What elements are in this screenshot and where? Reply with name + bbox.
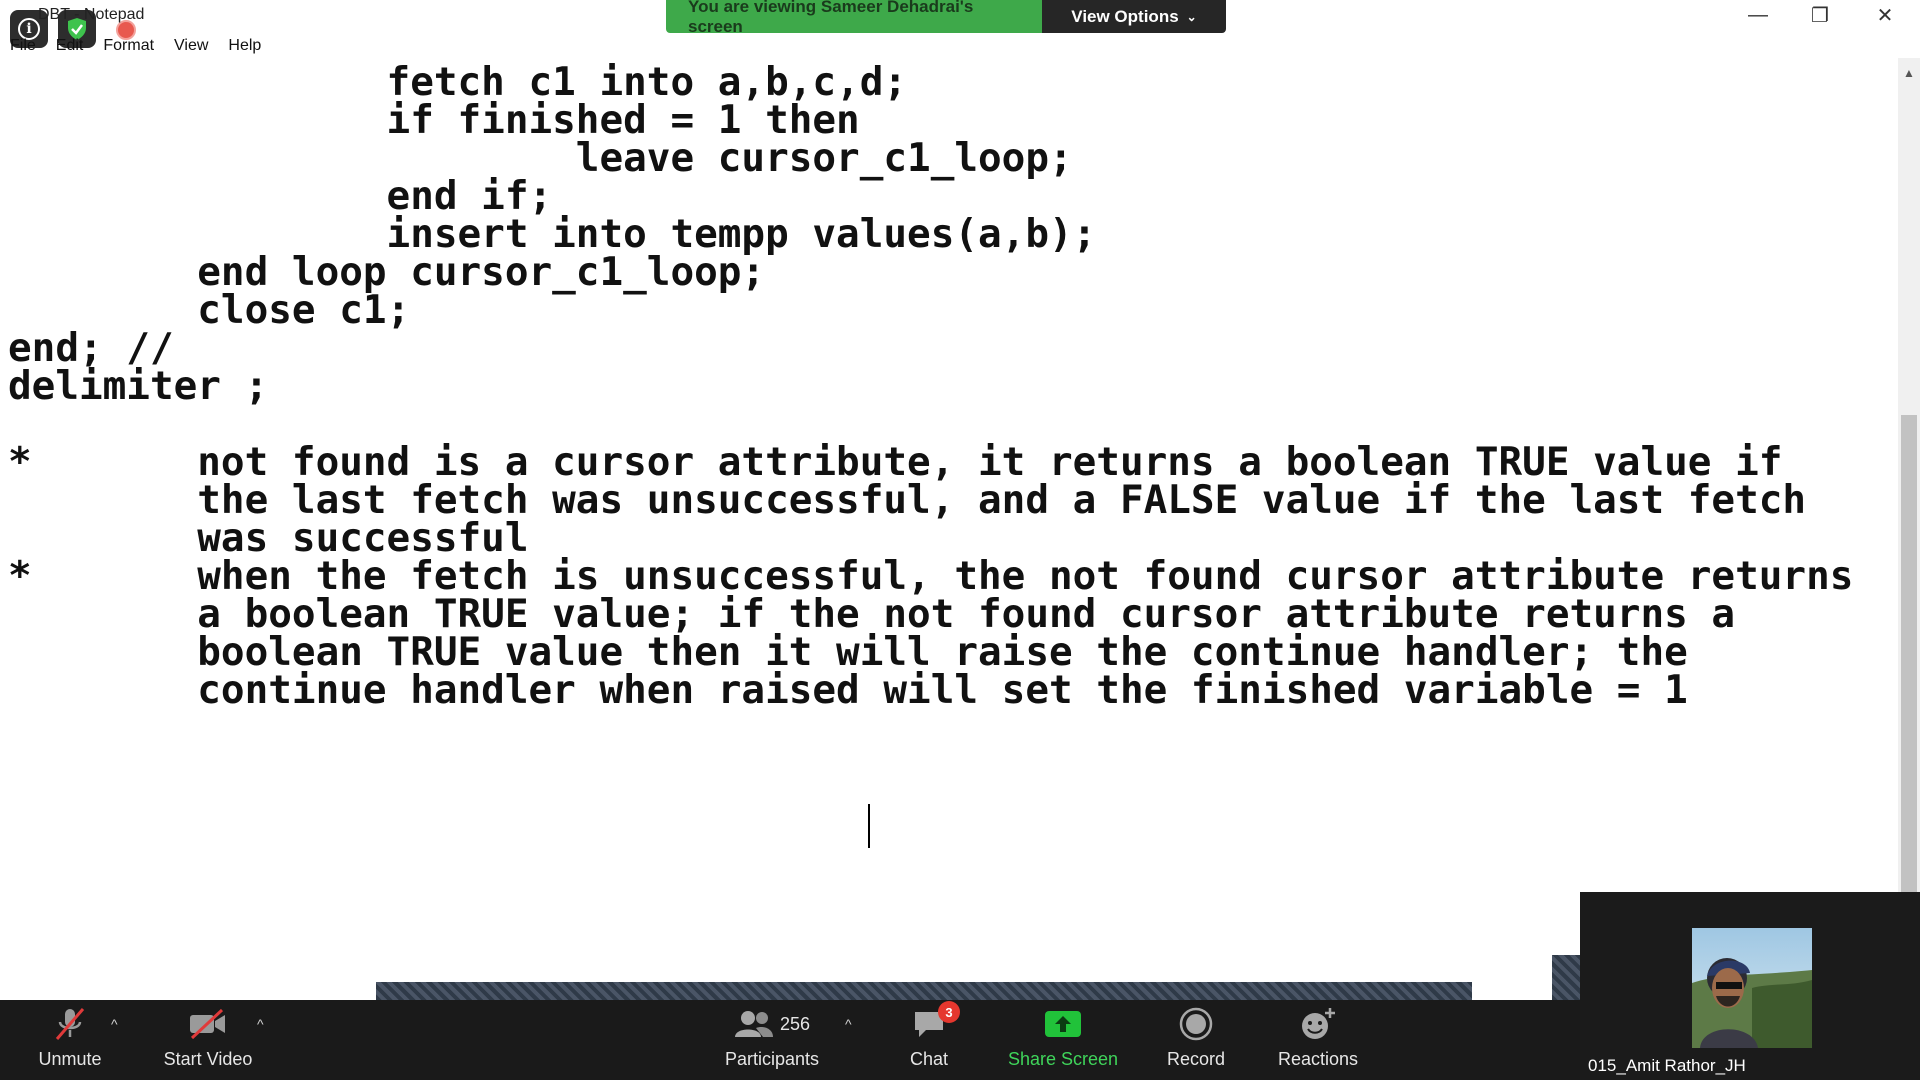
text-editor[interactable]: fetch c1 into a,b,c,d; if finished = 1 t… <box>0 58 1898 998</box>
microphone-muted-icon <box>53 1005 87 1043</box>
start-video-button[interactable]: Start Video <box>152 1000 264 1080</box>
window-title: DBT - Notepad <box>38 6 145 23</box>
chat-button[interactable]: 3 Chat <box>889 1000 969 1080</box>
chat-label: Chat <box>909 1049 949 1069</box>
share-border-stripe <box>376 982 1472 1000</box>
share-screen-icon <box>1044 1005 1082 1043</box>
record-icon <box>1179 1005 1213 1043</box>
participants-label: Participants <box>724 1049 820 1069</box>
screen-share-banner: You are viewing Sameer Dehadrai's screen… <box>666 0 1226 33</box>
participant-video-feed <box>1692 928 1812 1048</box>
reactions-icon <box>1299 1005 1337 1043</box>
chevron-down-icon: ⌄ <box>1186 9 1197 24</box>
video-off-icon <box>188 1005 228 1043</box>
menu-view[interactable]: View <box>174 37 208 55</box>
close-button[interactable]: ✕ <box>1855 0 1915 30</box>
participants-icon <box>734 1011 773 1037</box>
chat-unread-badge: 3 <box>938 1001 960 1023</box>
scroll-up-arrow-icon[interactable]: ▲ <box>1898 60 1920 86</box>
reactions-button[interactable]: Reactions <box>1264 1000 1372 1080</box>
share-border-stripe <box>1552 955 1580 1000</box>
unmute-button[interactable]: Unmute <box>20 1000 120 1080</box>
video-options-caret-icon[interactable]: ^ <box>257 1016 264 1032</box>
chat-icon: 3 <box>912 1001 960 1043</box>
share-screen-label: Share Screen <box>1007 1049 1119 1069</box>
restore-button[interactable]: ❐ <box>1790 0 1850 30</box>
record-button[interactable]: Record <box>1146 1000 1246 1080</box>
editor-line: delimiter ; <box>8 364 269 409</box>
participant-name: 015_Amit Rathor_JH <box>1588 1056 1746 1075</box>
minimize-button[interactable]: — <box>1728 0 1788 30</box>
menu-format[interactable]: Format <box>103 37 154 55</box>
participant-video-tile[interactable]: 015_Amit Rathor_JH <box>1580 892 1920 1080</box>
menu-help[interactable]: Help <box>228 37 261 55</box>
audio-options-caret-icon[interactable]: ^ <box>111 1016 118 1032</box>
view-options-button[interactable]: View Options ⌄ <box>1042 0 1226 33</box>
record-label: Record <box>1166 1049 1226 1069</box>
menu-file[interactable]: File <box>10 37 36 55</box>
editor-line: continue handler when raised will set th… <box>8 668 1688 713</box>
menu-edit[interactable]: Edit <box>56 37 84 55</box>
unmute-label: Unmute <box>38 1049 102 1069</box>
participants-button[interactable]: 256 Participants <box>710 1000 834 1080</box>
participants-icon-group: 256 <box>734 1005 810 1043</box>
viewing-screen-label: You are viewing Sameer Dehadrai's screen <box>666 0 1042 33</box>
text-caret <box>868 804 870 848</box>
menu-bar: File Edit Format View Help <box>0 34 1920 58</box>
start-video-label: Start Video <box>163 1049 253 1069</box>
view-options-label: View Options <box>1071 6 1179 26</box>
participants-count: 256 <box>779 1013 811 1034</box>
reactions-label: Reactions <box>1277 1049 1359 1069</box>
share-screen-button[interactable]: Share Screen <box>1000 1000 1126 1080</box>
participants-caret-icon[interactable]: ^ <box>845 1016 852 1032</box>
